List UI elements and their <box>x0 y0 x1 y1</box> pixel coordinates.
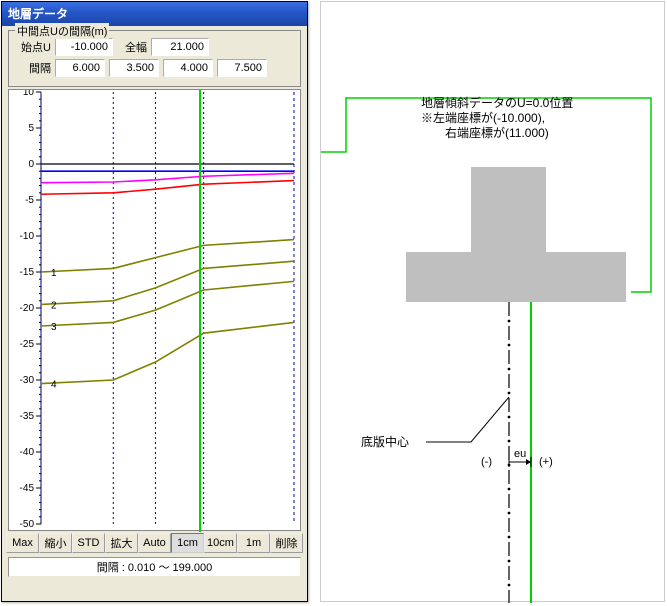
svg-text:-35: -35 <box>20 411 35 422</box>
group-title: 中間点Uの間隔(m) <box>15 23 109 39</box>
svg-text:-5: -5 <box>25 195 34 206</box>
svg-text:0: 0 <box>28 159 34 170</box>
10cm-button[interactable]: 10cm <box>204 533 237 553</box>
svg-text:-50: -50 <box>20 519 35 530</box>
svg-text:(-): (-) <box>481 456 492 468</box>
svg-text:2: 2 <box>51 300 57 311</box>
interval-label: 間隔 <box>13 60 51 76</box>
interval-group: 中間点Uの間隔(m) 始点U 全幅 間隔 <box>8 30 301 87</box>
svg-text:-15: -15 <box>20 267 35 278</box>
svg-text:-20: -20 <box>20 303 35 314</box>
chart-area: -50-45-40-35-30-25-20-15-10-505101234 <box>8 89 301 531</box>
svg-text:5: 5 <box>28 123 34 134</box>
max-button[interactable]: Max <box>6 533 39 553</box>
shrink-button[interactable]: 縮小 <box>39 533 72 553</box>
auto-button[interactable]: Auto <box>138 533 171 553</box>
svg-text:-45: -45 <box>20 483 35 494</box>
zoom-button-row: Max 縮小 STD 拡大 Auto 1cm 10cm 1m 削除 <box>6 533 303 553</box>
svg-text:右端座標が(11.000): 右端座標が(11.000) <box>433 125 549 140</box>
svg-text:(+): (+) <box>539 456 553 468</box>
1cm-button[interactable]: 1cm <box>171 533 204 553</box>
svg-text:eu: eu <box>514 448 526 460</box>
svg-text:1: 1 <box>51 268 57 279</box>
width-label: 全幅 <box>117 39 147 55</box>
start-u-label: 始点U <box>13 39 51 55</box>
interval-input-1[interactable] <box>109 59 159 77</box>
right-diagram: 地層傾斜データのU=0.0位置※左端座標が(-10.000), 右端座標が(11… <box>320 1 665 602</box>
svg-text:-40: -40 <box>20 447 35 458</box>
start-u-input[interactable] <box>55 38 113 56</box>
svg-text:4: 4 <box>51 380 57 391</box>
svg-text:※左端座標が(-10.000),: ※左端座標が(-10.000), <box>421 110 545 125</box>
svg-text:3: 3 <box>51 322 57 333</box>
interval-input-3[interactable] <box>217 59 267 77</box>
footing-diagram: 地層傾斜データのU=0.0位置※左端座標が(-10.000), 右端座標が(11… <box>321 2 666 603</box>
expand-button[interactable]: 拡大 <box>105 533 138 553</box>
svg-text:10: 10 <box>23 90 35 98</box>
svg-text:-10: -10 <box>20 231 35 242</box>
svg-text:地層傾斜データのU=0.0位置: 地層傾斜データのU=0.0位置 <box>421 95 573 110</box>
delete-button[interactable]: 削除 <box>270 533 303 553</box>
status-bar: 間隔 : 0.010 ～ 199.000 <box>8 557 301 577</box>
1m-button[interactable]: 1m <box>237 533 270 553</box>
stratum-chart: -50-45-40-35-30-25-20-15-10-505101234 <box>9 90 302 532</box>
svg-text:-30: -30 <box>20 375 35 386</box>
window-title: 地層データ <box>8 7 68 21</box>
width-input[interactable] <box>151 38 209 56</box>
interval-input-0[interactable] <box>55 59 105 77</box>
svg-text:-25: -25 <box>20 339 35 350</box>
interval-input-2[interactable] <box>163 59 213 77</box>
stratum-data-window: 地層データ 中間点Uの間隔(m) 始点U 全幅 間隔 -50-45-40-35-… <box>1 1 308 602</box>
svg-text:底版中心: 底版中心 <box>361 434 409 449</box>
std-button[interactable]: STD <box>72 533 105 553</box>
